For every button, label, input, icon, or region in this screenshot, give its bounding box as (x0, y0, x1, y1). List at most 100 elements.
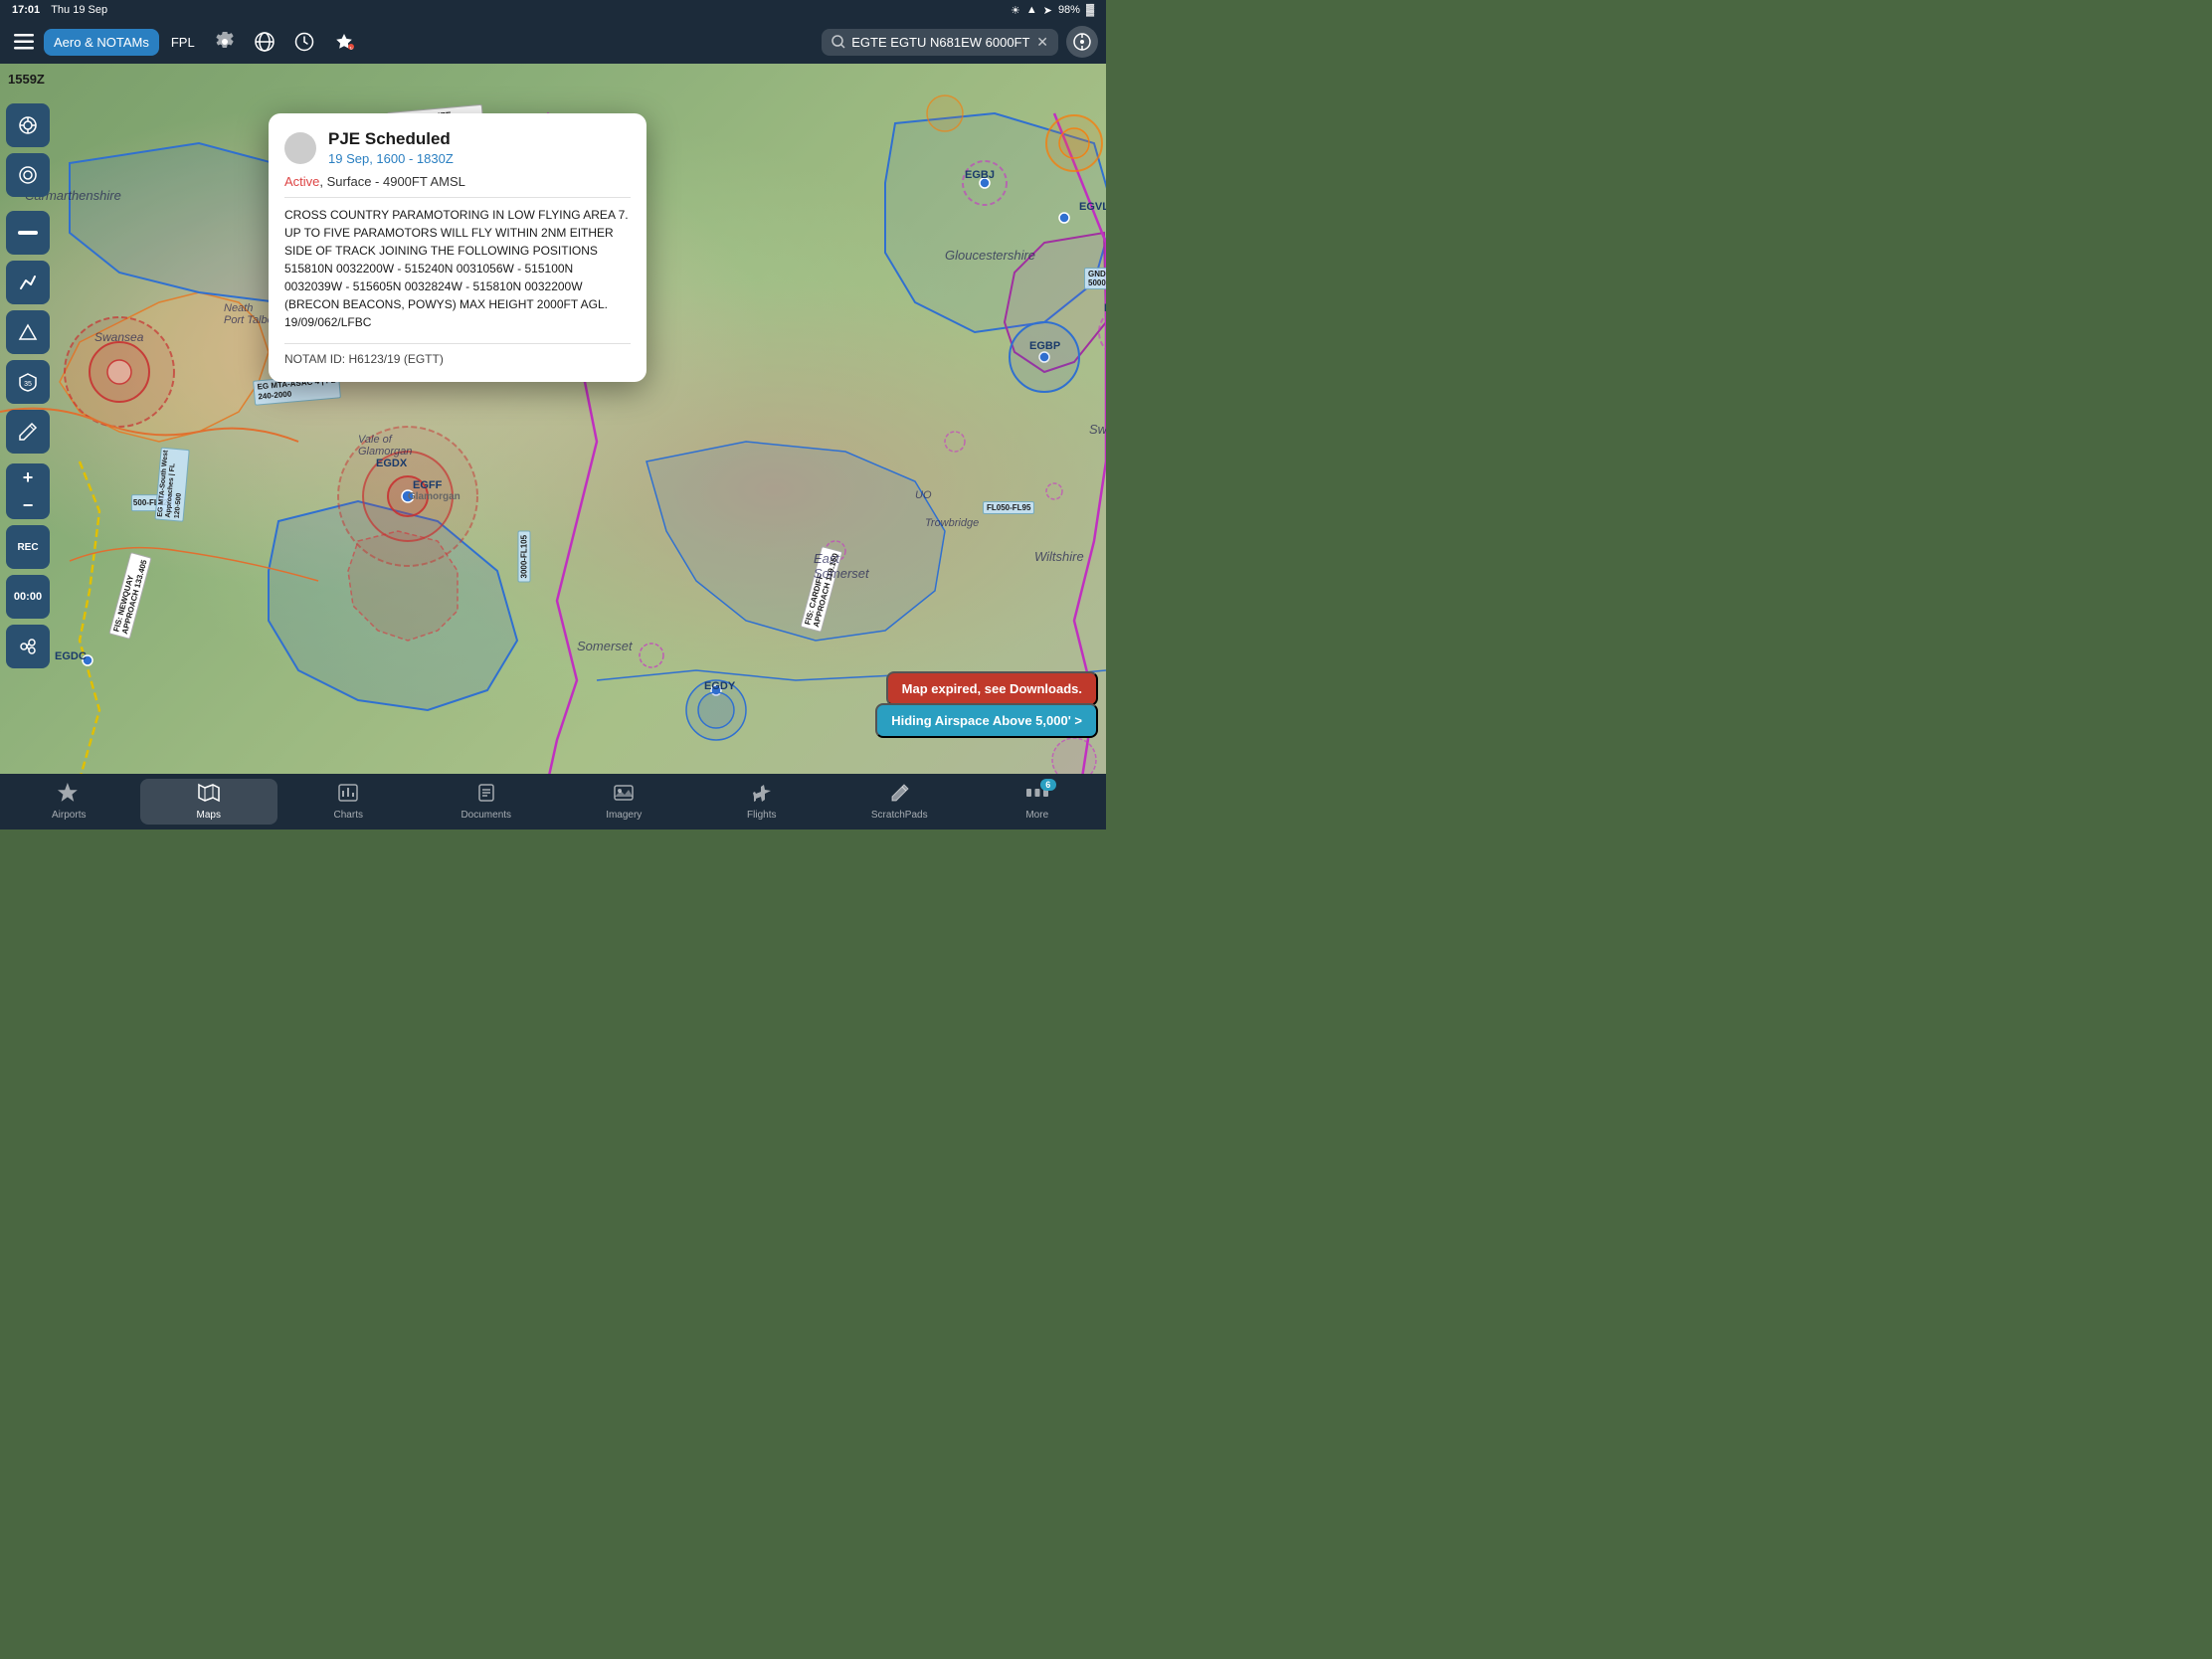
tab-imagery[interactable]: Imagery (555, 779, 693, 825)
globe-button[interactable] (247, 26, 282, 58)
search-clear-button[interactable]: ✕ (1036, 34, 1048, 51)
airports-tab-label: Airports (52, 810, 86, 821)
svg-text:35: 35 (24, 381, 32, 388)
scratchpads-tab-label: ScratchPads (871, 810, 928, 821)
map-label-3000fl: 3000-FL105 (518, 531, 531, 583)
airport-egva: EGVA (1104, 302, 1106, 314)
scratchpads-icon (888, 783, 910, 808)
favorites-button[interactable]: ↻ (326, 26, 362, 58)
shield-tool-button[interactable]: 35 (6, 360, 50, 404)
left-tools: 35 + − REC 00:00 (0, 64, 56, 774)
more-badge: 6 (1040, 779, 1056, 791)
tab-scratchpads[interactable]: ScratchPads (830, 779, 969, 825)
map-label-gnd5000: GND-5000 (1084, 268, 1106, 289)
menu-button[interactable] (8, 28, 40, 56)
fpl-label: FPL (171, 35, 195, 50)
settings-button[interactable] (207, 26, 243, 58)
airport-glamorgan: Glamorgan (408, 491, 461, 502)
region-swansea: Swansea (94, 330, 143, 344)
target-tool-button[interactable] (6, 103, 50, 147)
airport-egdy: EGDY (704, 680, 735, 692)
bottom-tab-bar: Airports Maps Charts (0, 774, 1106, 830)
battery-icon: ▓ (1086, 4, 1094, 16)
clock-button[interactable] (286, 26, 322, 58)
map-label-fl050: FL050-FL95 (983, 501, 1034, 514)
tab-more[interactable]: 6 More (969, 779, 1107, 825)
region-wiltshire: Wiltshire (1034, 549, 1084, 564)
popup-status-label: Active (284, 174, 319, 189)
imagery-icon (613, 783, 635, 808)
region-somerset: Somerset (577, 639, 633, 653)
search-icon (831, 35, 845, 49)
maps-tab-label: Maps (197, 810, 221, 821)
airport-egff: EGFF (413, 479, 442, 491)
status-date: Thu 19 Sep (51, 4, 107, 16)
more-icon: 6 (1026, 783, 1048, 808)
status-bar: 17:01 Thu 19 Sep ☀ ▲ ➤ 98% ▓ (0, 0, 1106, 20)
airports-icon (58, 783, 80, 808)
documents-tab-label: Documents (461, 810, 511, 821)
tab-maps[interactable]: Maps (140, 779, 278, 825)
region-uo: UO (915, 489, 932, 501)
links-button[interactable] (6, 625, 50, 668)
route-tool-button[interactable] (6, 261, 50, 304)
region-trowbridge: Trowbridge (925, 517, 979, 529)
map-container[interactable]: 1559Z FIS: CARDIFFAPPROACH 119.150 FMC S… (0, 64, 1106, 774)
region-vale: Vale ofGlamorgan (358, 434, 412, 458)
tab-documents[interactable]: Documents (418, 779, 556, 825)
zoom-controls: + − (6, 463, 50, 519)
location-icon: ➤ (1043, 4, 1052, 17)
imagery-tab-label: Imagery (606, 810, 642, 821)
compass-button[interactable] (1066, 26, 1098, 58)
popup-status: Active, Surface - 4900FT AMSL (269, 174, 646, 197)
rec-button[interactable]: REC (6, 525, 50, 569)
timer-button[interactable]: 00:00 (6, 575, 50, 619)
popup-title: PJE Scheduled (328, 129, 454, 149)
svg-text:↻: ↻ (349, 46, 352, 51)
airport-egdc: EGDC (55, 650, 87, 662)
terrain-tool-button[interactable] (6, 310, 50, 354)
popup-status-suffix: , Surface - 4900FT AMSL (319, 174, 464, 189)
popup-notam-id: NOTAM ID: H6123/19 (EGTT) (269, 344, 646, 382)
popup-card: PJE Scheduled 19 Sep, 1600 - 1830Z Activ… (269, 113, 646, 382)
airport-egvl: EGVL (1079, 201, 1106, 213)
region-gloucestershire: Gloucestershire (945, 248, 1035, 263)
search-box[interactable]: ✕ (822, 29, 1058, 56)
search-area: ✕ (822, 26, 1098, 58)
status-bar-left: 17:01 Thu 19 Sep (12, 4, 107, 16)
maps-icon (198, 783, 220, 808)
battery-percent: 98% (1058, 4, 1080, 16)
charts-icon (337, 783, 359, 808)
aero-notams-button[interactable]: Aero & NOTAMs (44, 29, 159, 56)
status-time: 17:01 (12, 4, 40, 16)
search-input[interactable] (851, 35, 1030, 50)
airport-egdx: EGDX (376, 458, 407, 469)
tab-charts[interactable]: Charts (279, 779, 418, 825)
top-nav: Aero & NOTAMs FPL ↻ (0, 20, 1106, 64)
tab-flights[interactable]: Flights (693, 779, 831, 825)
zoom-out-button[interactable]: − (6, 491, 50, 519)
layers-tool-button[interactable] (6, 153, 50, 197)
region-east-somerset: EastSomerset (814, 551, 869, 581)
more-tab-label: More (1025, 810, 1048, 821)
minus-tool-button[interactable] (6, 211, 50, 255)
airport-egbj: EGBJ (965, 169, 995, 181)
popup-header: PJE Scheduled 19 Sep, 1600 - 1830Z (269, 113, 646, 174)
pen-tool-button[interactable] (6, 410, 50, 454)
wifi-icon: ▲ (1026, 4, 1037, 16)
flights-icon (751, 783, 773, 808)
map-expired-alert[interactable]: Map expired, see Downloads. (886, 671, 1098, 706)
sun-icon: ☀ (1011, 4, 1020, 17)
airport-egbp: EGBP (1029, 340, 1060, 352)
zoom-in-button[interactable]: + (6, 463, 50, 491)
aero-notams-label: Aero & NOTAMs (54, 35, 149, 50)
region-swindon: Swindon (1089, 422, 1106, 437)
popup-date: 19 Sep, 1600 - 1830Z (328, 151, 454, 166)
popup-icon (284, 132, 316, 164)
status-bar-right: ☀ ▲ ➤ 98% ▓ (1011, 4, 1094, 17)
hiding-airspace-alert[interactable]: Hiding Airspace Above 5,000' > (875, 703, 1098, 738)
popup-title-section: PJE Scheduled 19 Sep, 1600 - 1830Z (328, 129, 454, 166)
fpl-button[interactable]: FPL (163, 29, 203, 56)
tab-airports[interactable]: Airports (0, 779, 138, 825)
flights-tab-label: Flights (747, 810, 776, 821)
